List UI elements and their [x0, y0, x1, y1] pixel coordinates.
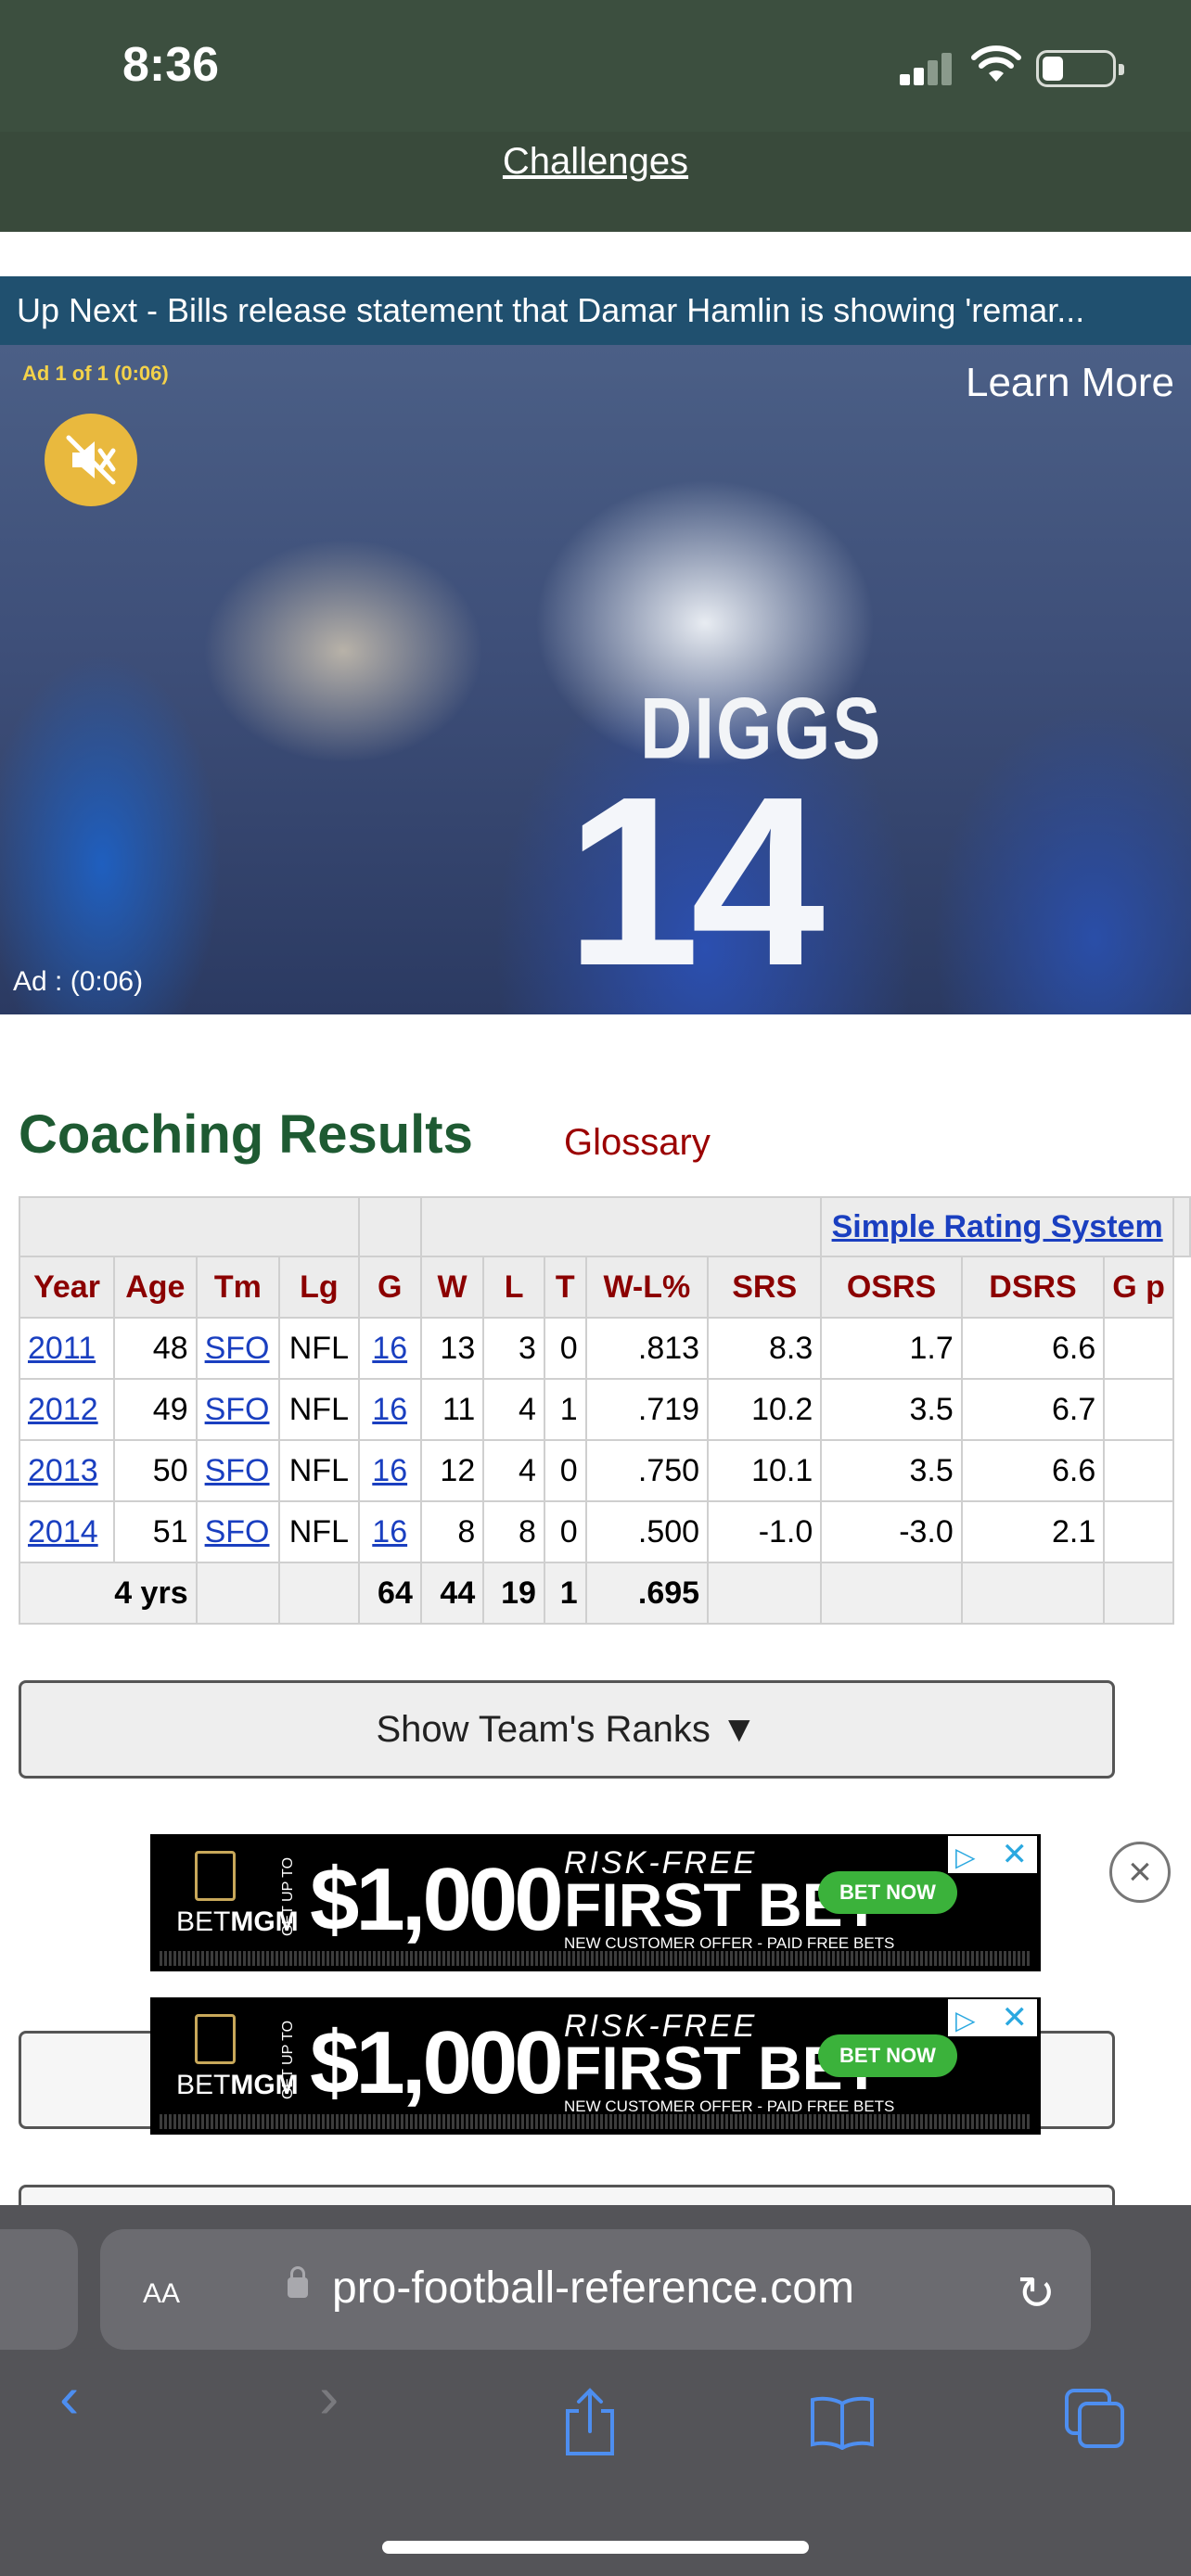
col-header-dsrs[interactable]: DSRS — [960, 1256, 1106, 1319]
col-header-team[interactable]: Tm — [195, 1256, 281, 1319]
ad-amount: $1,000 — [310, 2013, 564, 2112]
show-team-ranks-button[interactable]: Show Team's Ranks ▼ — [19, 1680, 1115, 1779]
ad-amount: $1,000 — [310, 1850, 564, 1949]
glossary-link[interactable]: Glossary — [564, 1122, 711, 1164]
col-header-year[interactable]: Year — [18, 1256, 116, 1319]
tabs-icon[interactable] — [1063, 2387, 1128, 2452]
year-link[interactable]: 2013 — [28, 1453, 98, 1488]
table-row: 2014 51 SFO NFL 16 8 8 0 .500 -1.0 -3.0 … — [18, 1500, 1190, 1563]
col-header-age[interactable]: Age — [113, 1256, 198, 1319]
table-row: 2013 50 SFO NFL 16 12 4 0 .750 10.1 3.5 … — [18, 1439, 1190, 1502]
adchoices-icon[interactable]: ▷ ✕ — [948, 1999, 1037, 2036]
col-header-win-pct[interactable]: W-L% — [584, 1256, 710, 1319]
ad-get-up-to: GET UP TO — [280, 2020, 296, 2099]
status-bar: 8:36 — [0, 0, 1191, 132]
coaching-results-table: Simple Rating System Year Age Tm Lg G W … — [18, 1196, 1191, 1625]
adchoices-icon[interactable]: ▷ ✕ — [948, 1836, 1037, 1873]
close-ad-icon[interactable]: × — [1109, 1842, 1171, 1903]
col-header-league[interactable]: Lg — [278, 1256, 360, 1319]
betmgm-ad-banner[interactable]: BETMGM GET UP TO $1,000 RISK-FREE FIRST … — [150, 1834, 1041, 1971]
games-link[interactable]: 16 — [372, 1453, 407, 1488]
games-link[interactable]: 16 — [372, 1331, 407, 1366]
learn-more-button[interactable]: Learn More — [966, 360, 1174, 406]
forward-icon[interactable]: › — [319, 2363, 339, 2431]
back-icon[interactable]: ‹ — [59, 2363, 79, 2431]
bookmarks-icon[interactable] — [809, 2394, 876, 2450]
challenges-link[interactable]: Challenges — [0, 141, 1191, 183]
betmgm-logo-icon — [195, 1851, 236, 1901]
up-next-bar[interactable]: Up Next - Bills release statement that D… — [0, 276, 1191, 345]
previous-tab-preview[interactable] — [0, 2229, 78, 2350]
muted-speaker-icon — [66, 435, 116, 485]
col-header-games[interactable]: G — [357, 1256, 422, 1319]
betmgm-logo-icon — [195, 2014, 236, 2064]
bet-now-button[interactable]: BET NOW — [818, 2034, 957, 2077]
mute-button[interactable] — [45, 414, 137, 506]
col-header-wins[interactable]: W — [419, 1256, 485, 1319]
status-time: 8:36 — [122, 38, 220, 92]
reload-icon[interactable]: ↻ — [1017, 2266, 1056, 2320]
battery-icon — [1036, 50, 1124, 87]
share-icon[interactable] — [560, 2387, 620, 2457]
ad-count-label: Ad 1 of 1 (0:06) — [22, 362, 169, 385]
wifi-icon — [971, 45, 1021, 82]
table-header-row: Year Age Tm Lg G W L T W-L% SRS OSRS DSR… — [18, 1256, 1190, 1319]
team-link[interactable]: SFO — [205, 1514, 270, 1549]
col-header-srs[interactable]: SRS — [707, 1256, 823, 1319]
video-player[interactable]: Ad 1 of 1 (0:06) Learn More DIGGS 14 Ad … — [0, 345, 1191, 1014]
games-link[interactable]: 16 — [372, 1392, 407, 1427]
safari-toolbar: AA pro-football-reference.com ↻ ‹ › — [0, 2205, 1191, 2576]
address-bar[interactable]: AA pro-football-reference.com ↻ — [100, 2229, 1091, 2350]
jersey-number-text: 14 — [566, 747, 825, 1014]
cellular-signal-icon — [900, 52, 954, 85]
ad-offer: NEW CUSTOMER OFFER - PAID FREE BETS — [564, 1934, 895, 1952]
ad-timer-label: Ad : (0:06) — [13, 966, 144, 997]
table-over-header-row: Simple Rating System — [19, 1196, 1191, 1257]
betmgm-ad-banner[interactable]: BETMGM GET UP TO $1,000 RISK-FREE FIRST … — [150, 1997, 1041, 2135]
col-header-gp[interactable]: G p — [1103, 1256, 1174, 1319]
games-link[interactable]: 16 — [372, 1514, 407, 1549]
team-link[interactable]: SFO — [205, 1331, 270, 1366]
col-header-osrs[interactable]: OSRS — [820, 1256, 963, 1319]
ad-offer: NEW CUSTOMER OFFER - PAID FREE BETS — [564, 2098, 895, 2115]
table-row: 2011 48 SFO NFL 16 13 3 0 .813 8.3 1.7 6… — [18, 1317, 1190, 1380]
year-link[interactable]: 2014 — [28, 1514, 98, 1549]
lock-icon — [288, 2266, 308, 2298]
table-row: 2012 49 SFO NFL 16 11 4 1 .719 10.2 3.5 … — [18, 1378, 1190, 1441]
table-total-row: 4 yrs 64 44 19 1 .695 — [19, 1562, 1190, 1625]
bet-now-button[interactable]: BET NOW — [818, 1871, 957, 1914]
home-indicator — [382, 2541, 809, 2554]
year-link[interactable]: 2011 — [28, 1331, 96, 1366]
team-link[interactable]: SFO — [205, 1392, 270, 1427]
col-header-ties[interactable]: T — [543, 1256, 587, 1319]
simple-rating-system-link[interactable]: Simple Rating System — [832, 1209, 1163, 1244]
ad-fine-print — [160, 2114, 1031, 2129]
ad-fine-print — [160, 1951, 1031, 1966]
reader-options-button[interactable]: AA — [143, 2266, 180, 2313]
url-text[interactable]: pro-football-reference.com — [332, 2263, 854, 2314]
ad-get-up-to: GET UP TO — [280, 1856, 296, 1936]
col-header-losses[interactable]: L — [482, 1256, 545, 1319]
section-title: Coaching Results — [19, 1104, 473, 1165]
team-link[interactable]: SFO — [205, 1453, 270, 1488]
year-link[interactable]: 2012 — [28, 1392, 98, 1427]
